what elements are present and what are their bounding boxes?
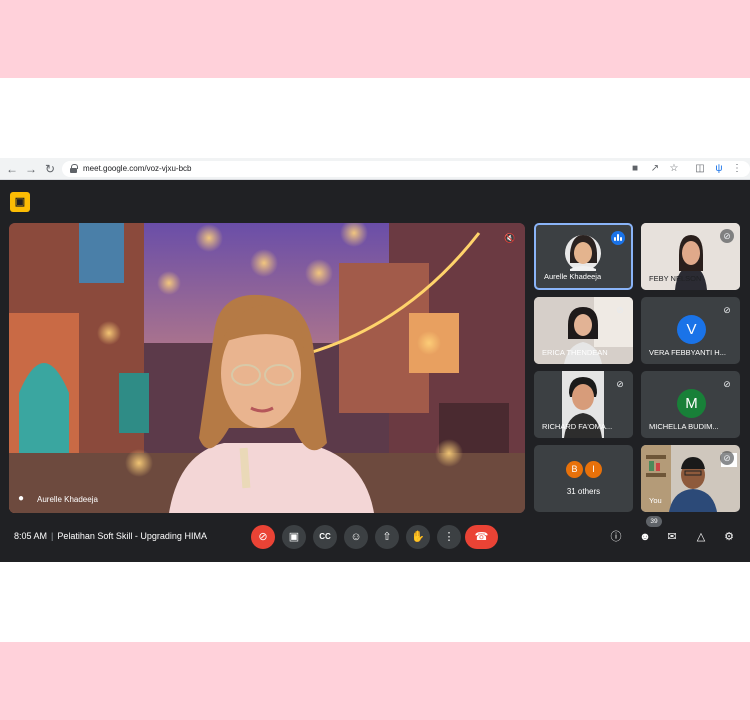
pink-band-top — [0, 0, 750, 78]
meeting-title: Pelatihan Soft Skill - Upgrading HIMA — [57, 531, 207, 541]
pink-band-bottom — [0, 642, 750, 720]
main-speaker-name: Aurelle Khadeeja — [37, 495, 98, 504]
star-icon[interactable]: ☆ — [667, 163, 681, 175]
others-count-label: 31 others — [566, 487, 601, 496]
avatar: V — [677, 315, 706, 344]
camera-button[interactable]: ▣ — [282, 525, 306, 549]
participant-tile-richard[interactable]: ⊘ RICHARD FA'OMA... — [534, 371, 633, 438]
main-speaker-video — [9, 223, 525, 513]
participant-tile-erica[interactable]: ⊘ ERICA THENDEAN — [534, 297, 633, 364]
camera-icon[interactable]: ■ — [628, 163, 642, 175]
participant-name: FEBY NELSON — [649, 274, 702, 283]
raise-hand-button[interactable]: ✋ — [406, 525, 430, 549]
captions-button[interactable]: CC — [313, 525, 337, 549]
participant-name: You — [649, 496, 662, 505]
control-bar: 8:05 AM | Pelatihan Soft Skill - Upgrading… — [0, 516, 750, 552]
leave-call-button[interactable]: ☎ — [465, 525, 498, 549]
divider: | — [51, 531, 54, 541]
more-options-button[interactable]: ⋮ — [437, 525, 461, 549]
participant-name: Aurelle Khadeeja — [544, 272, 602, 281]
participant-tile-feby[interactable]: ⊘ FEBY NELSON — [641, 223, 740, 290]
main-mic-off-icon: 🔇 — [504, 233, 516, 243]
url-text[interactable]: meet.google.com/voz-vjxu-bcb — [83, 163, 192, 175]
mic-off-icon: ⊘ — [720, 451, 734, 465]
mic-off-icon: ⊘ — [616, 379, 624, 389]
mic-off-icon: ⊘ — [723, 305, 731, 315]
browser-toolbar: ← → ↻ meet.google.com/voz-vjxu-bcb ■ ↗ ☆… — [0, 158, 750, 180]
main-speaker-tile[interactable]: 🔇 ● Aurelle Khadeeja — [9, 223, 525, 513]
mic-off-icon: ⊘ — [616, 305, 624, 315]
present-button[interactable]: ⇧ — [375, 525, 399, 549]
pin-icon[interactable]: ● — [18, 493, 24, 504]
forward-icon[interactable]: → — [24, 161, 38, 177]
mic-off-icon: ⊘ — [723, 379, 731, 389]
self-view-tile[interactable]: ⊘ You — [641, 445, 740, 512]
avatar: B — [566, 461, 583, 478]
clock-time: 8:05 AM — [14, 531, 48, 541]
participant-tile-aurelle[interactable]: Aurelle Khadeeja — [534, 223, 633, 290]
participant-tile-vera[interactable]: V ⊘ VERA FEBBYANTI H... — [641, 297, 740, 364]
camera-off-indicator-icon[interactable]: ▣ — [10, 192, 30, 212]
speaking-indicator-icon — [611, 231, 625, 245]
extension-icon[interactable]: ψ — [712, 163, 726, 175]
participant-tile-michella[interactable]: M ⊘ MICHELLA BUDIM... — [641, 371, 740, 438]
address-bar[interactable]: meet.google.com/voz-vjxu-bcb ■ ↗ ☆ ◫ ψ ⋮ — [62, 161, 750, 177]
participant-name: VERA FEBBYANTI H... — [649, 348, 726, 357]
others-tile[interactable]: B I 31 others — [534, 445, 633, 512]
chat-icon[interactable]: ✉ — [664, 529, 680, 545]
participant-name: RICHARD FA'OMA... — [542, 422, 613, 431]
meeting-details: 8:05 AM | Pelatihan Soft Skill - Upgrading… — [14, 531, 207, 541]
host-controls-icon[interactable]: ⚙ — [721, 529, 737, 545]
lock-icon[interactable] — [70, 164, 78, 173]
meeting-info-icon[interactable]: ⓘ — [608, 529, 624, 545]
activities-icon[interactable]: △ — [693, 529, 709, 545]
emoji-button[interactable]: ☺ — [344, 525, 368, 549]
reload-icon[interactable]: ↻ — [43, 161, 57, 177]
people-icon[interactable]: ☻ — [637, 529, 653, 545]
mic-off-button[interactable]: ⊘ — [251, 525, 275, 549]
avatar: M — [677, 389, 706, 418]
participant-count-badge: 39 — [646, 516, 662, 527]
back-icon[interactable]: ← — [5, 161, 19, 177]
participant-name: MICHELLA BUDIM... — [649, 422, 719, 431]
sidebar-icon[interactable]: ◫ — [693, 163, 707, 175]
participant-name: ERICA THENDEAN — [542, 348, 608, 357]
avatar: I — [585, 461, 602, 478]
menu-icon[interactable]: ⋮ — [730, 163, 744, 175]
meet-area: ▣ 🔇 ● Aurelle Khadeeja Aurelle Khadeeja … — [0, 180, 750, 562]
mic-off-icon: ⊘ — [720, 229, 734, 243]
share-icon[interactable]: ↗ — [648, 163, 662, 175]
